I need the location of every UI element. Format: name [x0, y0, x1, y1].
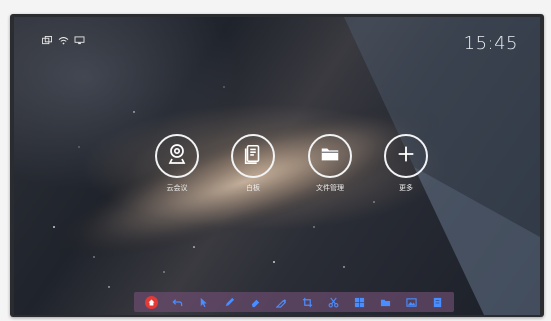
plus-icon [395, 143, 417, 169]
pen-icon[interactable] [223, 296, 236, 309]
image-icon[interactable] [405, 296, 418, 309]
app-file-manager[interactable]: 文件管理 [300, 134, 360, 193]
screen-mirror-icon [42, 30, 53, 45]
app-label: 更多 [399, 184, 413, 192]
wifi-icon [58, 30, 69, 45]
app-whiteboard[interactable]: 白板 [223, 134, 283, 193]
bottom-toolbar [134, 292, 454, 312]
pointer-icon[interactable] [197, 296, 210, 309]
undo-icon[interactable] [171, 296, 184, 309]
clock-time: 15:45 [463, 33, 518, 54]
app-label: 文件管理 [316, 184, 344, 192]
eraser-icon[interactable] [249, 296, 262, 309]
app-cloud-meeting[interactable]: 云会议 [147, 134, 207, 193]
folder-icon[interactable] [379, 296, 392, 309]
app-more[interactable]: 更多 [376, 134, 436, 193]
crop-icon[interactable] [301, 296, 314, 309]
app-launcher: 云会议 白板 文件管理 更多 [147, 134, 437, 214]
cloud-meeting-icon [165, 142, 189, 170]
app-label: 云会议 [166, 184, 188, 192]
status-bar [42, 30, 85, 45]
grid-icon[interactable] [353, 296, 366, 309]
scissors-icon[interactable] [327, 296, 340, 309]
whiteboard-icon [242, 143, 264, 169]
display-icon [74, 30, 85, 45]
note-icon[interactable] [431, 296, 444, 309]
folder-icon [319, 143, 341, 169]
home-icon[interactable] [144, 295, 158, 309]
highlighter-icon[interactable] [275, 296, 288, 309]
screen: 15:45 云会议 白板 文件管理 更多 [14, 17, 540, 315]
app-label: 白板 [246, 184, 260, 192]
